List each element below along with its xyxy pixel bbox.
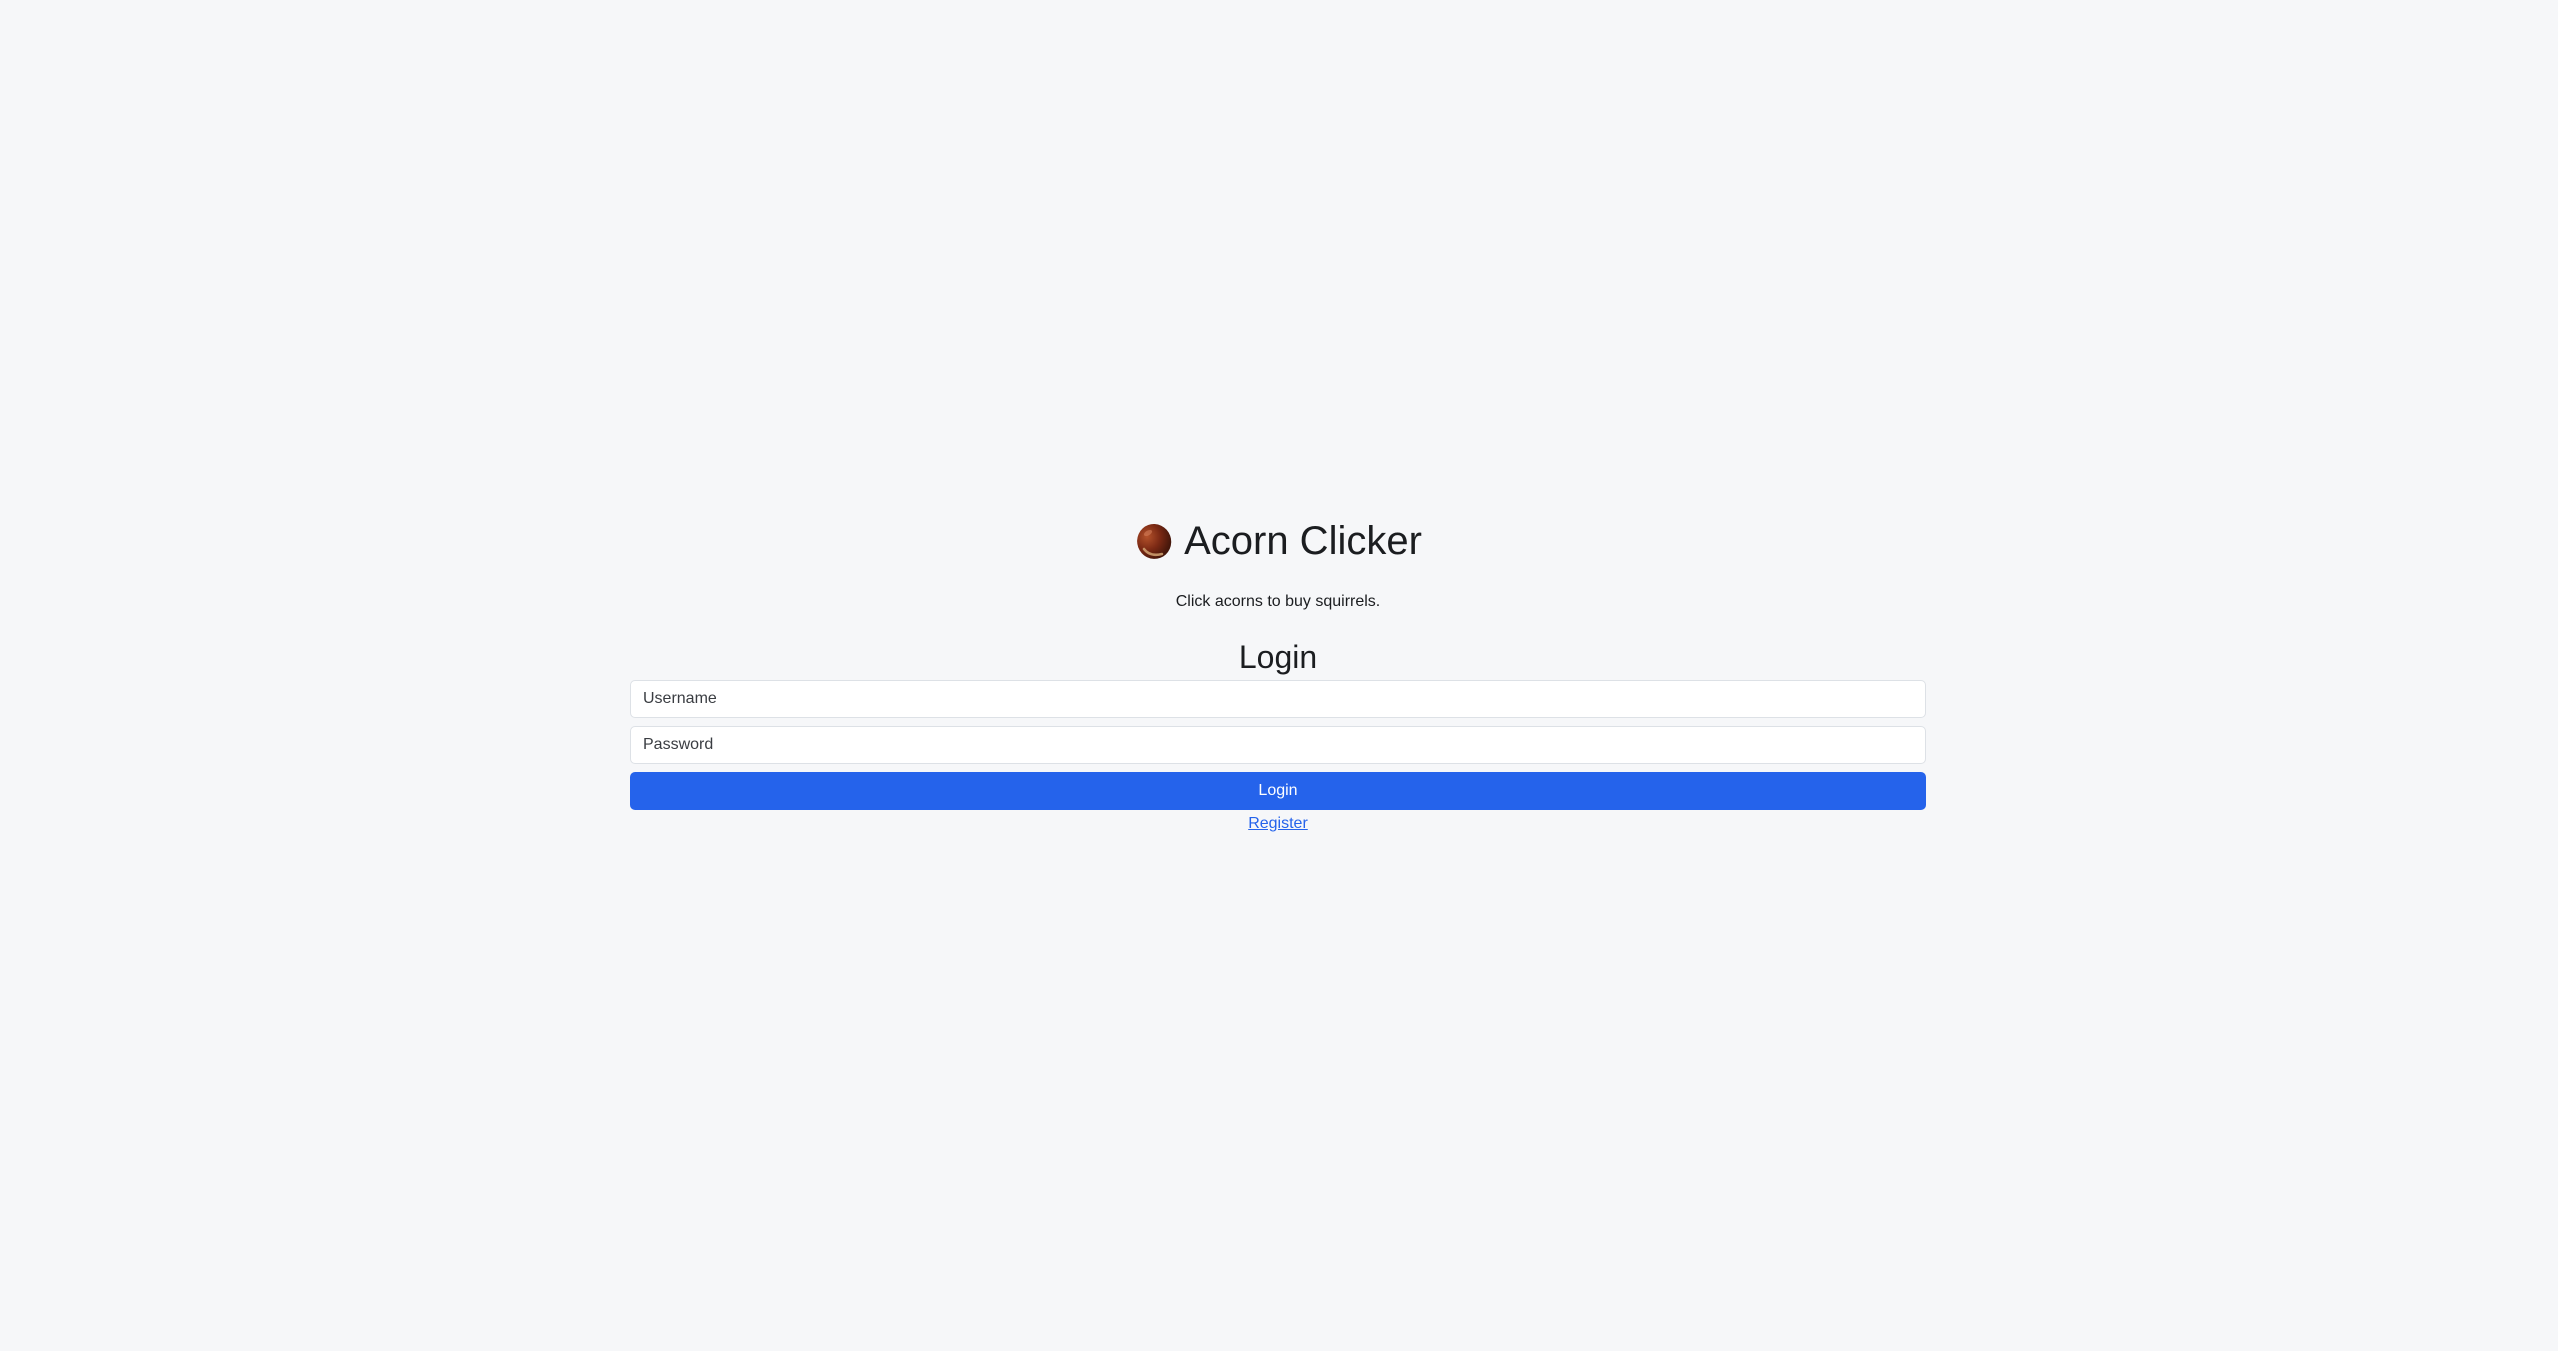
username-input[interactable] — [630, 680, 1926, 718]
acorn-icon — [1134, 521, 1174, 561]
password-input[interactable] — [630, 726, 1926, 764]
app-tagline: Click acorns to buy squirrels. — [1175, 593, 1381, 610]
login-page: Acorn Clicker Click acorns to buy squirr… — [630, 510, 1926, 834]
app-header: Acorn Clicker — [630, 510, 1926, 572]
login-button[interactable]: Login — [630, 772, 1926, 810]
app-title: Acorn Clicker — [1184, 519, 1422, 563]
register-link[interactable]: Register — [1248, 814, 1308, 834]
login-heading: Login — [1238, 639, 1318, 675]
login-form: Login — [630, 680, 1926, 810]
